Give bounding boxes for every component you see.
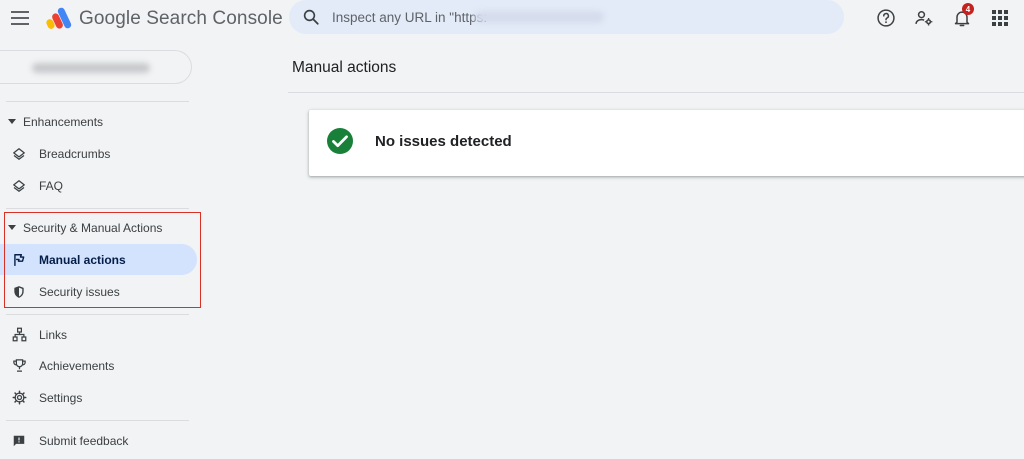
- check-circle-icon: [327, 128, 353, 154]
- sidebar-divider: [6, 101, 189, 102]
- property-selector[interactable]: [0, 50, 192, 84]
- search-console-logo: [46, 7, 72, 29]
- redacted-property-name: [32, 63, 150, 73]
- section-label: Enhancements: [23, 115, 104, 129]
- manage-users-icon: [915, 11, 933, 26]
- menu-icon: [11, 11, 29, 25]
- sidebar-item-achievements[interactable]: Achievements: [0, 350, 197, 381]
- help-button[interactable]: [874, 6, 898, 30]
- sidebar-item-label: Achievements: [39, 358, 115, 373]
- search-icon: [303, 9, 319, 25]
- sidebar-item-label: FAQ: [39, 178, 64, 193]
- sidebar-item-breadcrumbs[interactable]: Breadcrumbs: [0, 138, 197, 169]
- status-card: No issues detected: [309, 110, 1024, 176]
- redacted-url: [474, 11, 604, 23]
- highlight-annotation: [4, 212, 201, 308]
- section-header-enhancements[interactable]: Enhancements: [0, 110, 190, 134]
- app-title: Google Search Console: [79, 8, 283, 29]
- sidebar-divider: [6, 314, 189, 315]
- sidebar-divider: [6, 208, 189, 209]
- url-inspection-search[interactable]: [289, 0, 844, 34]
- sidebar-item-links[interactable]: Links: [0, 319, 197, 350]
- trophy-icon: [11, 358, 27, 374]
- page-title: Manual actions: [292, 59, 397, 76]
- sidebar-item-label: Submit feedback: [39, 433, 129, 448]
- caret-down-icon: [8, 119, 16, 124]
- apps-button[interactable]: [988, 6, 1012, 30]
- help-icon: [877, 9, 895, 27]
- sitemap-icon: [11, 327, 27, 343]
- sidebar-item-label: Settings: [39, 390, 83, 405]
- menu-button[interactable]: [8, 6, 32, 30]
- sidebar-item-label: Links: [39, 327, 68, 342]
- page-divider: [288, 92, 1024, 93]
- top-app-bar: Google Search Console 4: [0, 0, 1024, 36]
- sidebar-item-settings[interactable]: Settings: [0, 382, 197, 413]
- manage-users-button[interactable]: [912, 6, 936, 30]
- notifications-count-badge: 4: [962, 3, 974, 15]
- gear-icon: [11, 390, 27, 406]
- sidebar-item-submit-feedback[interactable]: Submit feedback: [0, 425, 197, 456]
- layers-icon: [11, 178, 27, 194]
- sidebar-item-faq[interactable]: FAQ: [0, 170, 197, 201]
- layers-icon: [11, 146, 27, 162]
- status-message: No issues detected: [375, 133, 512, 150]
- sidebar-item-label: Breadcrumbs: [39, 146, 111, 161]
- feedback-icon: [11, 433, 27, 449]
- apps-icon: [992, 10, 1008, 26]
- sidebar-divider: [6, 420, 189, 421]
